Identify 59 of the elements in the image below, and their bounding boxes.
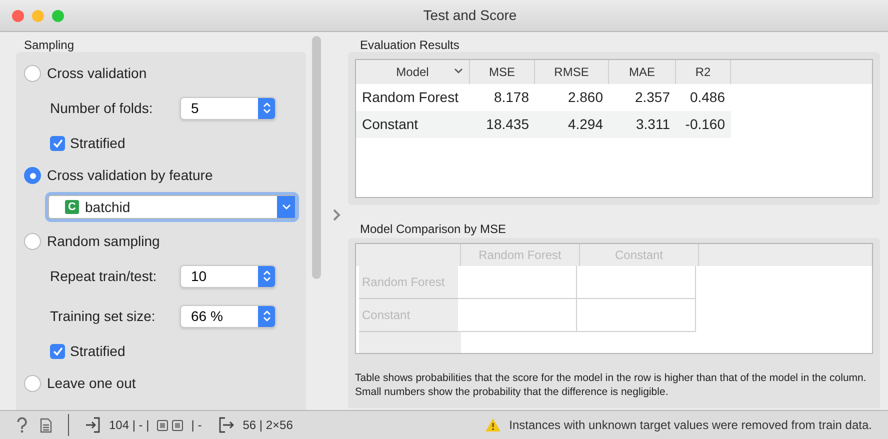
- window-title: Test and Score: [423, 6, 517, 25]
- chevron-down-icon[interactable]: [454, 68, 463, 74]
- field-label: Number of folds:: [50, 98, 154, 118]
- column-header[interactable]: RMSE: [535, 60, 609, 84]
- output-summary: 56 | 2×56: [242, 417, 293, 434]
- dropdown-value: batchid: [85, 198, 130, 216]
- chevron-right-icon[interactable]: [333, 209, 341, 221]
- field-label: Training set size:: [50, 306, 156, 326]
- option-label: Random sampling: [47, 232, 160, 251]
- radio-button[interactable]: [24, 375, 41, 392]
- section-title: Model Comparison by MSE: [359, 221, 508, 238]
- input-summary: | -: [191, 417, 202, 434]
- section-title: Evaluation Results: [359, 37, 460, 52]
- table-cell-text: 8.178: [492, 88, 530, 107]
- input-summary: 104 | - |: [109, 417, 150, 434]
- radio-button[interactable]: [24, 167, 41, 184]
- spin-box[interactable]: 5: [180, 96, 276, 120]
- stepper-icon[interactable]: [262, 310, 270, 322]
- table-cell-text: 3.311: [635, 115, 671, 134]
- field-label: Repeat train/test:: [50, 266, 158, 286]
- table-cell-text: 0.486: [688, 88, 726, 107]
- table-cell-text: 18.435: [485, 115, 530, 134]
- chevron-down-icon: [282, 204, 290, 210]
- column-header[interactable]: MAE: [609, 60, 676, 84]
- checkbox[interactable]: [50, 344, 65, 358]
- radio-button[interactable]: [24, 65, 41, 82]
- close-button[interactable]: [12, 10, 24, 22]
- group-title: Sampling: [23, 37, 76, 52]
- document-icon[interactable]: [40, 418, 52, 432]
- option-label: Cross validation: [47, 64, 147, 83]
- warning-icon: [485, 418, 502, 432]
- warning-message: Instances with unknown target values were removed from train data.: [509, 417, 872, 434]
- option-label: Leave one out: [47, 374, 136, 393]
- column-header[interactable]: R2: [676, 60, 731, 84]
- variable-type-badge: C: [65, 200, 79, 214]
- table-cell-text: 4.294: [566, 115, 604, 134]
- spin-box[interactable]: 66 %: [180, 304, 276, 328]
- table-cell-text: -0.160: [684, 115, 726, 134]
- table-cell-text: 2.357: [634, 88, 671, 107]
- table-cell-text: 2.860: [566, 88, 604, 107]
- column-header[interactable]: MSE: [470, 60, 535, 84]
- feature-dropdown[interactable]: C batchid: [48, 195, 296, 219]
- data-icon: [157, 420, 184, 430]
- stepper-icon[interactable]: [262, 270, 270, 282]
- option-label: Stratified: [70, 342, 126, 360]
- table-note: Table shows probabilities that the score for the model in the row is higher than that of the model in the column. Small numbers show the probability that the difference is negligible.: [355, 371, 868, 399]
- table-cell-text: Constant: [361, 115, 420, 134]
- help-icon[interactable]: [16, 417, 28, 433]
- stepper-icon[interactable]: [262, 102, 270, 114]
- radio-button[interactable]: [24, 233, 41, 250]
- output-icon: [218, 417, 235, 433]
- input-icon: [85, 417, 101, 433]
- table-cell-text: Random Forest: [361, 88, 460, 107]
- option-label: Stratified: [70, 134, 126, 152]
- option-label: Cross validation by feature: [47, 166, 213, 185]
- checkbox[interactable]: [50, 136, 65, 150]
- column-header[interactable]: Model: [356, 60, 470, 84]
- spin-box[interactable]: 10: [180, 264, 276, 288]
- scrollbar[interactable]: [312, 36, 320, 279]
